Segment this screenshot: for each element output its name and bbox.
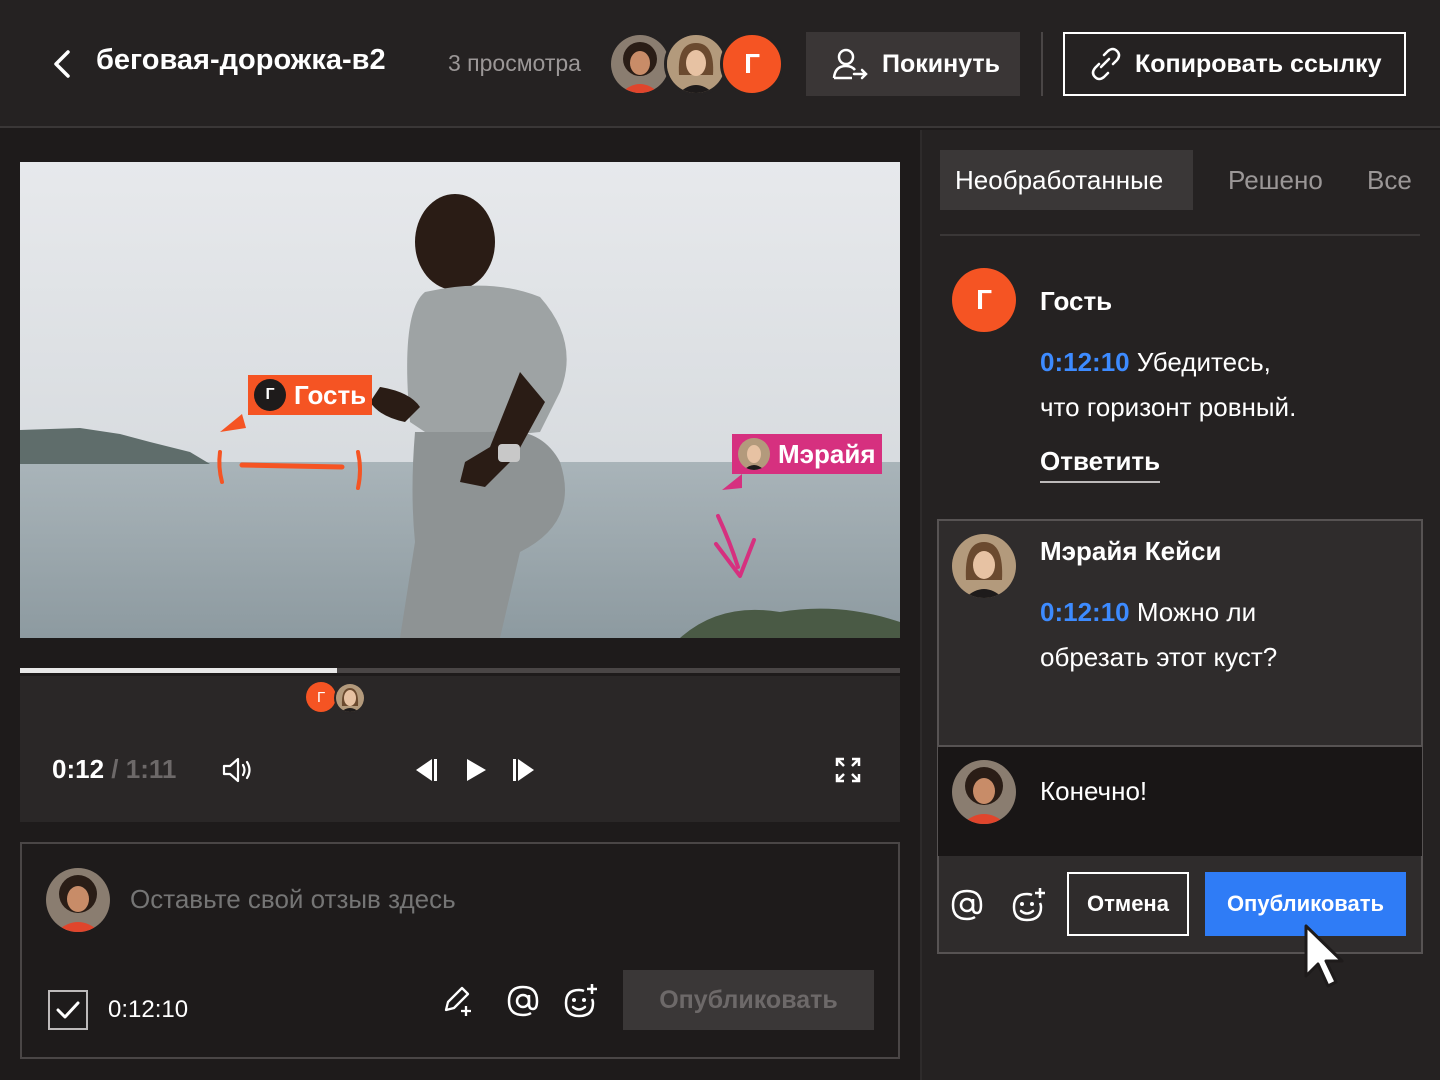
current-time: 0:12 xyxy=(52,754,105,784)
volume-icon[interactable] xyxy=(222,756,254,784)
mention-icon[interactable] xyxy=(950,888,984,922)
next-frame-icon[interactable] xyxy=(510,757,538,783)
avatar xyxy=(46,868,110,932)
mariah-tag-avatar xyxy=(738,438,770,470)
progress-bar[interactable] xyxy=(20,668,900,673)
avatar xyxy=(952,760,1016,824)
avatar xyxy=(952,534,1016,598)
comment-author: Мэрайя Кейси xyxy=(1040,536,1222,566)
cancel-button[interactable]: Отмена xyxy=(1067,872,1189,936)
tab-all[interactable]: Все xyxy=(1367,150,1412,210)
reply-input[interactable]: Конечно! xyxy=(1040,776,1147,807)
avatar: Г xyxy=(952,268,1016,332)
comment-body: 0:12:10 Убедитесь, что горизонт ровный. xyxy=(1040,340,1296,430)
comment-text-line2: что горизонт ровный. xyxy=(1040,392,1297,422)
comment-input[interactable] xyxy=(130,884,730,915)
tab-resolved[interactable]: Решено xyxy=(1228,150,1323,210)
draw-icon[interactable] xyxy=(442,984,474,1018)
guest-annotation-tag[interactable]: Г Гость xyxy=(248,375,373,415)
avatar[interactable] xyxy=(608,32,672,96)
tab-unresolved[interactable]: Необработанные xyxy=(940,150,1193,210)
avatar[interactable] xyxy=(664,32,728,96)
link-icon xyxy=(1091,47,1121,81)
avatar[interactable]: Г xyxy=(720,32,784,96)
fullscreen-icon[interactable] xyxy=(834,756,862,784)
play-icon[interactable] xyxy=(464,757,488,783)
copy-link-label: Копировать ссылку xyxy=(1135,49,1382,78)
back-icon[interactable] xyxy=(50,48,76,80)
video-frame xyxy=(20,162,900,638)
view-count: 3 просмотра xyxy=(448,50,581,76)
comment-text-line2: обрезать этот куст? xyxy=(1040,642,1278,672)
video-player[interactable] xyxy=(20,162,900,638)
divider xyxy=(940,234,1420,236)
duration: 1:11 xyxy=(125,754,177,784)
timestamp-label: 0:12:10 xyxy=(108,996,189,1023)
emoji-icon[interactable] xyxy=(562,982,600,1020)
check-icon xyxy=(56,1001,80,1019)
leave-button[interactable]: Покинуть xyxy=(806,32,1020,96)
prev-frame-icon[interactable] xyxy=(412,757,440,783)
mention-icon[interactable] xyxy=(506,984,540,1018)
comment-text-line1: Можно ли xyxy=(1136,597,1257,627)
time-display: 0:12 / 1:11 xyxy=(52,754,176,785)
copy-link-button[interactable]: Копировать ссылку xyxy=(1063,32,1406,96)
comment-marker-mariah[interactable] xyxy=(334,682,366,714)
comment-text-line1: Убедитесь, xyxy=(1136,347,1271,377)
reply-link[interactable]: Ответить xyxy=(1040,446,1161,483)
progress-fill xyxy=(20,668,337,673)
comment-marker-guest[interactable]: Г xyxy=(306,682,336,712)
leave-icon xyxy=(832,48,868,80)
guest-tag-label: Гость xyxy=(294,379,367,410)
timestamp-checkbox[interactable] xyxy=(48,990,88,1030)
mariah-annotation-tag[interactable]: Мэрайя xyxy=(732,434,882,474)
comment-author: Гость xyxy=(1040,286,1113,316)
divider xyxy=(1041,32,1043,96)
cursor-icon xyxy=(1304,924,1344,988)
guest-tag-avatar: Г xyxy=(254,379,286,411)
page-title: беговая-дорожка-в2 xyxy=(96,44,386,76)
comment-timestamp[interactable]: 0:12:10 xyxy=(1040,597,1130,627)
mariah-tag-label: Мэрайя xyxy=(778,438,876,469)
player-controls xyxy=(20,676,900,822)
comment-body: 0:12:10 Можно ли обрезать этот куст? xyxy=(1040,590,1277,680)
leave-label: Покинуть xyxy=(882,49,1001,78)
emoji-icon[interactable] xyxy=(1010,886,1048,924)
time-separator: / xyxy=(111,754,119,784)
publish-button[interactable]: Опубликовать xyxy=(623,970,874,1030)
comment-timestamp[interactable]: 0:12:10 xyxy=(1040,347,1130,377)
